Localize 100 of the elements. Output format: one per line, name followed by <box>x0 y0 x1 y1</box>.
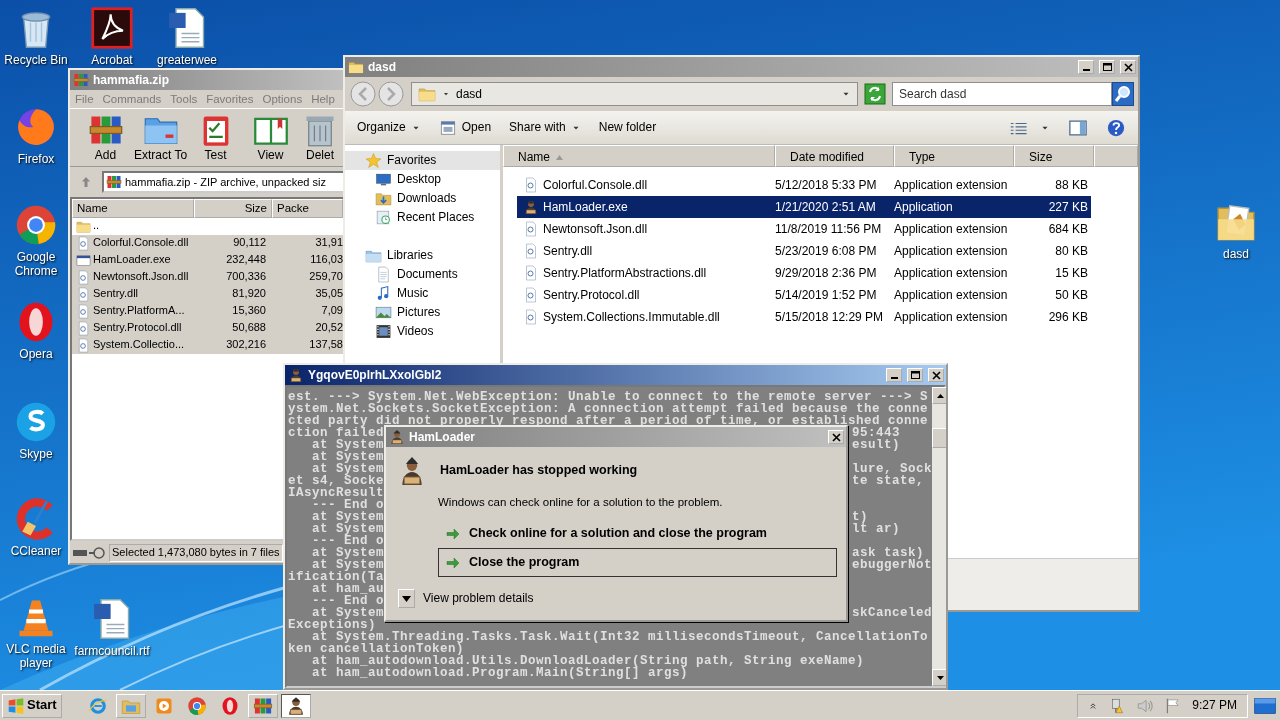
file-row[interactable]: Newtonsoft.Json.dll 11/8/2019 11:56 PM Application extension 684 KB <box>517 218 1091 240</box>
file-row[interactable]: HamLoader.exe 1/21/2020 2:51 AM Application 227 KB <box>517 196 1091 218</box>
folder-icon <box>418 85 436 103</box>
table-cell-text: 116,03 <box>309 253 343 268</box>
table-cell-text: 684 KB <box>1047 221 1089 237</box>
close-button[interactable] <box>928 368 944 382</box>
file-row[interactable]: .. <box>72 217 343 235</box>
app-icon <box>87 695 108 716</box>
desktop-icon[interactable]: Opera <box>4 300 68 362</box>
nav-item[interactable]: Desktop <box>345 170 500 189</box>
toolbar-button[interactable]: Delet <box>302 112 338 164</box>
taskbar-button[interactable] <box>280 693 311 718</box>
monitor-icon <box>375 171 392 188</box>
console-text: at System <box>311 511 384 523</box>
expand-button[interactable] <box>398 589 415 609</box>
close-button[interactable] <box>1120 60 1136 74</box>
chevron-icon[interactable] <box>1088 700 1099 711</box>
start-button[interactable]: Start <box>2 693 62 718</box>
breadcrumb[interactable]: dasd <box>456 86 483 102</box>
command-link[interactable]: Close the program <box>438 548 837 578</box>
window-title: YgqovE0plrhLXxolGbl2 <box>308 367 443 383</box>
file-row[interactable]: Colorful.Console.dll 5/12/2018 5:33 PM Application extension 88 KB <box>517 174 1091 196</box>
console-text: lure, Sock <box>852 463 932 475</box>
nav-item[interactable]: Libraries <box>345 246 500 265</box>
close-button[interactable] <box>828 430 844 444</box>
toolbar-button[interactable]: Share with <box>509 120 581 135</box>
toolbar-button[interactable]: Open <box>438 118 492 137</box>
desktop-icon[interactable]: VLC media player <box>4 595 68 671</box>
file-row[interactable]: Sentry.dll 5/23/2019 6:08 PM Application extension 80 KB <box>517 240 1091 262</box>
table-cell-text: 50,688 <box>231 321 267 336</box>
table-cell-text: Application extension <box>894 265 1009 281</box>
console-text: ken cancellationToken) <box>288 643 465 655</box>
column-header[interactable]: Name <box>72 199 194 218</box>
minimize-button[interactable] <box>886 368 902 382</box>
desktop-icon[interactable]: CCleaner <box>4 497 68 559</box>
console-text: est. ---> System.Net.WebException: Unable to connect to the remote server ---> S <box>288 391 929 403</box>
table-cell-text: 302,216 <box>225 338 267 353</box>
help-icon[interactable] <box>1106 117 1126 138</box>
table-cell-text: 15 KB <box>1054 265 1089 281</box>
refresh-button[interactable] <box>864 83 886 105</box>
maximize-button[interactable] <box>907 368 923 382</box>
nav-item[interactable]: Music <box>345 284 500 303</box>
column-header[interactable]: Type <box>894 145 1014 167</box>
scrollbar[interactable] <box>932 387 946 686</box>
column-header[interactable]: Name <box>503 145 775 167</box>
desktop-icon[interactable]: Skype <box>4 400 68 462</box>
toolbar-button[interactable]: New folder <box>598 120 657 135</box>
table-cell-text: 5/23/2019 6:08 PM <box>775 243 878 259</box>
table-cell-text: 15,360 <box>231 304 267 319</box>
nav-item[interactable]: Videos <box>345 322 500 341</box>
table-cell-text: 31,91 <box>314 236 343 251</box>
toolbar-button[interactable]: Organize <box>357 120 421 135</box>
console-text: 95:443 <box>852 427 900 439</box>
command-link[interactable]: Check online for a solution and close the program <box>438 519 837 549</box>
scroll-thumb[interactable] <box>932 428 946 448</box>
clock[interactable]: 9:27 PM <box>1192 698 1237 713</box>
toolbar-button[interactable]: Test <box>188 112 243 164</box>
maximize-button[interactable] <box>1099 60 1115 74</box>
file-icon <box>76 235 91 251</box>
show-desktop-icon[interactable] <box>1254 695 1276 716</box>
column-header[interactable]: Size <box>1014 145 1094 167</box>
file-name: HamLoader.exe <box>93 253 171 268</box>
file-row[interactable]: Colorful.Console.dll 90,112 31,91 <box>72 234 343 252</box>
toolbar-button[interactable]: Extract To <box>133 112 188 164</box>
toolbar-button[interactable]: Add <box>78 112 133 164</box>
file-icon <box>523 221 539 237</box>
column-header[interactable]: Size <box>194 199 272 218</box>
down-arrow-icon <box>937 675 944 680</box>
nav-item[interactable]: Downloads <box>345 189 500 208</box>
sort-icon <box>556 154 563 160</box>
address-bar[interactable]: dasd <box>411 82 858 106</box>
desktop-icon[interactable]: Firefox <box>4 105 68 167</box>
desktop-icon[interactable]: Recycle Bin <box>4 6 68 68</box>
minimize-button[interactable] <box>1078 60 1094 74</box>
file-name: Sentry.Protocol.dll <box>93 321 182 336</box>
file-row[interactable]: Sentry.Protocol.dll 5/14/2019 1:52 PM Application extension 50 KB <box>517 284 1091 306</box>
nav-item[interactable]: Pictures <box>345 303 500 322</box>
search-field[interactable]: Search dasd <box>892 82 1112 106</box>
column-header[interactable]: Date modified <box>775 145 894 167</box>
search-button[interactable] <box>1112 82 1134 106</box>
table-cell-text: 50 KB <box>1054 287 1089 303</box>
window-icon <box>438 118 457 137</box>
column-header[interactable]: Packe <box>272 199 343 218</box>
pane-icon[interactable] <box>1068 117 1088 138</box>
details-label[interactable]: View problem details <box>423 591 534 607</box>
file-name: Sentry.dll <box>93 287 139 302</box>
nav-item[interactable]: Recent Places <box>345 208 500 227</box>
file-row[interactable]: Sentry.PlatformAbstractions.dll 9/29/2018 2:36 PM Application extension 15 KB <box>517 262 1091 284</box>
address-field[interactable]: hammafia.zip - ZIP archive, unpacked siz <box>102 171 343 194</box>
file-icon <box>523 287 539 303</box>
nav-item[interactable]: Documents <box>345 265 500 284</box>
folder-icon <box>375 190 392 207</box>
desktop-icon[interactable]: dasd <box>1194 200 1278 262</box>
file-row[interactable]: System.Collections.Immutable.dll 5/15/2018 12:29 PM Application extension 296 KB <box>517 306 1091 328</box>
desktop-icon[interactable]: Google Chrome <box>4 203 68 279</box>
archive-icon <box>106 174 122 191</box>
toolbar-button[interactable]: View <box>243 112 298 164</box>
console-text: esult) <box>852 439 900 451</box>
caret-icon[interactable] <box>442 90 450 98</box>
nav-item[interactable]: Favorites <box>345 151 500 170</box>
